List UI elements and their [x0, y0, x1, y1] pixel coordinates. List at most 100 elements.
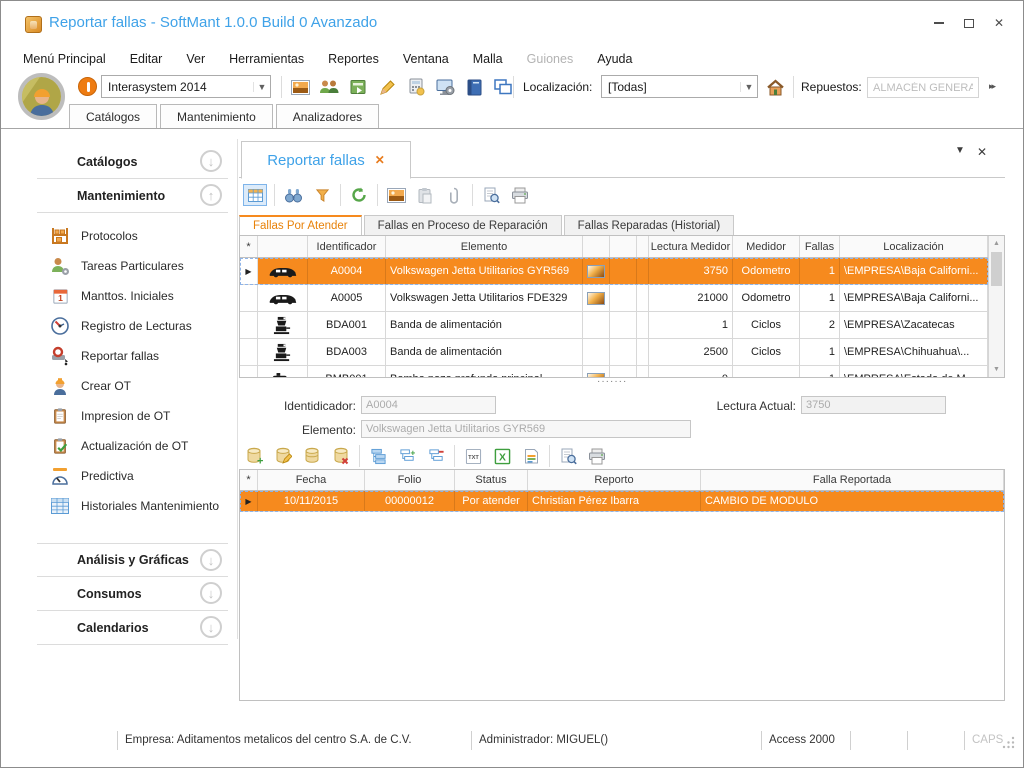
export-txt-icon[interactable]: TXT — [462, 445, 484, 467]
records-icon[interactable] — [301, 445, 323, 467]
menu-ventana[interactable]: Ventana — [403, 52, 449, 66]
sidebar-item-historiales-mantenimiento[interactable]: Historiales Mantenimiento — [21, 491, 236, 521]
repuestos-input[interactable] — [867, 77, 979, 98]
tab-mantenimiento[interactable]: Mantenimiento — [160, 104, 273, 128]
menu-reportes[interactable]: Reportes — [328, 52, 379, 66]
col-lectura-medidor[interactable]: Lectura Medidor — [649, 236, 733, 257]
sidebar-section-mantenimiento[interactable]: Mantenimiento ↑ — [37, 179, 228, 213]
tree-expand-icon[interactable]: + — [396, 445, 418, 467]
sidebar-section-calendarios[interactable]: Calendarios ↓ — [37, 611, 228, 645]
grid-view-icon[interactable] — [243, 184, 267, 206]
documents-close-icon[interactable]: ✕ — [977, 145, 987, 159]
subtab-fallas-en-proceso[interactable]: Fallas en Proceso de Reparación — [364, 215, 562, 236]
tree-collapse-icon[interactable] — [425, 445, 447, 467]
table-row[interactable]: ▶ A0004 Volkswagen Jetta Utilitarios GYR… — [240, 258, 988, 285]
tab-catalogos[interactable]: Catálogos — [69, 104, 157, 128]
scroll-down-icon[interactable]: ▼ — [989, 362, 1004, 377]
print-icon[interactable] — [509, 184, 531, 206]
add-record-icon[interactable]: + — [243, 445, 265, 467]
alert-icon[interactable] — [78, 77, 97, 96]
lectura-actual-input[interactable] — [801, 396, 946, 414]
menu-editar[interactable]: Editar — [130, 52, 163, 66]
subtab-fallas-reparadas[interactable]: Fallas Reparadas (Historial) — [564, 215, 735, 236]
sidebar-section-catalogos[interactable]: Catálogos ↓ — [37, 145, 228, 179]
sidebar-item-crear-ot[interactable]: Crear OT — [21, 371, 236, 401]
sidebar-item-tareas-particulares[interactable]: Tareas Particulares — [21, 251, 236, 281]
toolbar-overflow-icon[interactable]: ▸▸ — [989, 81, 994, 92]
export-report-icon[interactable] — [520, 445, 542, 467]
col-reporto[interactable]: Reporto — [528, 470, 701, 490]
tab-close-icon[interactable]: ✕ — [375, 153, 385, 167]
maximize-button[interactable] — [961, 15, 977, 31]
sidebar-item-registro-de-lecturas[interactable]: Registro de Lecturas — [21, 311, 236, 341]
export-excel-icon[interactable]: X — [491, 445, 513, 467]
table-row[interactable]: BDA001 Banda de alimentación 1 Ciclos 2 … — [240, 312, 988, 339]
windows-icon[interactable] — [492, 76, 514, 98]
delete-record-icon[interactable] — [330, 445, 352, 467]
col-folio[interactable]: Folio — [365, 470, 455, 490]
image-icon[interactable] — [385, 184, 407, 206]
scrollbar-thumb[interactable] — [991, 252, 1002, 286]
col-status[interactable]: Status — [455, 470, 528, 490]
refresh-icon[interactable] — [348, 184, 370, 206]
edit-record-icon[interactable] — [272, 445, 294, 467]
menu-ayuda[interactable]: Ayuda — [597, 52, 632, 66]
user-avatar[interactable] — [18, 73, 65, 120]
tab-analizadores[interactable]: Analizadores — [276, 104, 379, 128]
image-icon[interactable] — [289, 76, 311, 98]
minimize-button[interactable] — [931, 15, 947, 31]
home-icon[interactable] — [764, 76, 786, 98]
col-fallas[interactable]: Fallas — [800, 236, 840, 257]
col-falla-reportada[interactable]: Falla Reportada — [701, 470, 1004, 490]
menu-ver[interactable]: Ver — [186, 52, 205, 66]
elemento-input[interactable] — [361, 420, 691, 438]
resize-grip[interactable] — [1002, 736, 1015, 749]
sidebar-section-analisis[interactable]: Análisis y Gráficas ↓ — [37, 543, 228, 577]
splitter-handle[interactable]: ······· — [597, 376, 627, 387]
monitor-settings-icon[interactable] — [434, 76, 456, 98]
collapse-down-icon[interactable]: ↓ — [200, 549, 222, 571]
col-localizacion[interactable]: Localización — [840, 236, 988, 257]
tree-list-icon[interactable] — [367, 445, 389, 467]
chevron-down-icon[interactable]: ▼ — [253, 82, 270, 92]
print-icon[interactable] — [586, 445, 608, 467]
chevron-down-icon[interactable]: ▼ — [740, 82, 757, 92]
document-tab-reportar-fallas[interactable]: Reportar fallas ✕ — [241, 141, 411, 179]
edit-icon[interactable] — [376, 76, 398, 98]
col-medidor[interactable]: Medidor — [733, 236, 800, 257]
menu-herramientas[interactable]: Herramientas — [229, 52, 304, 66]
photo-icon[interactable] — [587, 292, 605, 305]
notebook-icon[interactable] — [463, 76, 485, 98]
table-row[interactable]: A0005 Volkswagen Jetta Utilitarios FDE32… — [240, 285, 988, 312]
photo-icon[interactable] — [587, 265, 605, 278]
users-icon[interactable] — [318, 76, 340, 98]
tab-list-icon[interactable]: ▼ — [955, 145, 965, 159]
identificador-input[interactable] — [361, 396, 496, 414]
sidebar-item-manttos-iniciales[interactable]: 1 Manttos. Iniciales — [21, 281, 236, 311]
vertical-scrollbar[interactable]: ▲ ▼ — [988, 236, 1004, 377]
sidebar-item-impresion-de-ot[interactable]: Impresion de OT — [21, 401, 236, 431]
close-button[interactable]: ✕ — [991, 15, 1007, 31]
search-binoculars-icon[interactable] — [282, 184, 304, 206]
sidebar-item-actualizacion-de-ot[interactable]: Actualización de OT — [21, 431, 236, 461]
table-row[interactable]: BDA003 Banda de alimentación 2500 Ciclos… — [240, 339, 988, 366]
print-preview-icon[interactable] — [557, 445, 579, 467]
menu-menu-principal[interactable]: Menú Principal — [23, 52, 106, 66]
collapse-up-icon[interactable]: ↑ — [200, 184, 222, 206]
col-fecha[interactable]: Fecha — [258, 470, 365, 490]
col-elemento[interactable]: Elemento — [386, 236, 583, 257]
sidebar-section-consumos[interactable]: Consumos ↓ — [37, 577, 228, 611]
table-row[interactable]: ▶ 10/11/2015 00000012 Por atender Christ… — [240, 491, 1004, 512]
calculator-icon[interactable] — [405, 76, 427, 98]
localizacion-combo[interactable]: [Todas] ▼ — [601, 75, 758, 98]
collapse-down-icon[interactable]: ↓ — [200, 616, 222, 638]
profile-combo[interactable]: Interasystem 2014 ▼ — [101, 75, 271, 98]
collapse-down-icon[interactable]: ↓ — [200, 582, 222, 604]
print-preview-icon[interactable] — [480, 184, 502, 206]
collapse-down-icon[interactable]: ↓ — [200, 150, 222, 172]
menu-malla[interactable]: Malla — [473, 52, 503, 66]
sidebar-item-protocolos[interactable]: Protocolos — [21, 221, 236, 251]
sidebar-item-predictiva[interactable]: Predictiva — [21, 461, 236, 491]
filter-icon[interactable] — [311, 184, 333, 206]
col-identificador[interactable]: Identificador — [308, 236, 386, 257]
